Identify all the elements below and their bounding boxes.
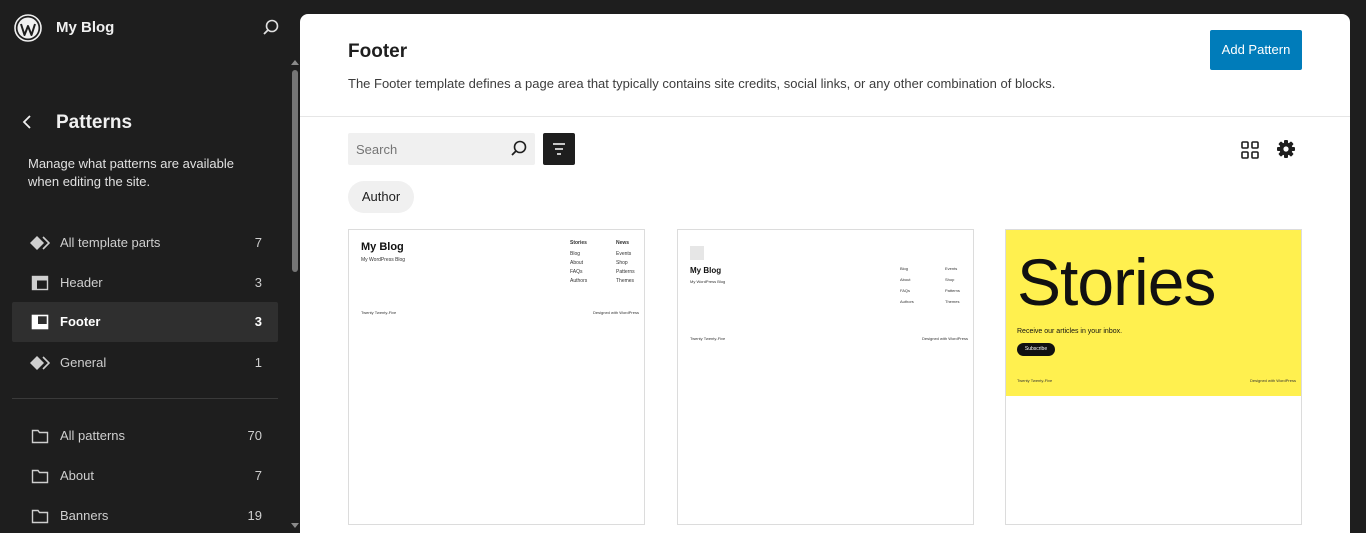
card-tagline: My WordPress Blog — [361, 257, 406, 263]
sidebar-item-label: Footer — [60, 314, 101, 329]
card-link: Patterns — [945, 288, 960, 293]
card-column-heading: Stories — [570, 240, 587, 246]
site-title[interactable]: My Blog — [56, 19, 114, 36]
search-input[interactable] — [348, 133, 503, 165]
symbol-icon — [30, 356, 50, 370]
sidebar-item-label: General — [60, 355, 107, 370]
main-panel: Footer The Footer template defines a pag… — [300, 14, 1350, 533]
scroll-up-arrow[interactable] — [291, 60, 299, 65]
scroll-thumb[interactable] — [292, 70, 298, 272]
card-link: Themes — [616, 278, 635, 284]
author-filter-chip[interactable]: Author — [348, 181, 414, 213]
wordpress-logo-icon[interactable] — [14, 14, 42, 42]
search-icon[interactable] — [261, 18, 281, 38]
gear-icon[interactable] — [1275, 138, 1297, 160]
back-arrow-icon[interactable] — [18, 112, 38, 132]
sidebar-item-count: 3 — [254, 275, 262, 290]
card-designed-with: Designed with WordPress — [922, 336, 968, 341]
page-description: The Footer template defines a page area … — [348, 76, 1056, 91]
sidebar-item-all-patterns[interactable]: All patterns 70 — [12, 416, 278, 456]
sidebar-header: My Blog — [0, 0, 300, 58]
sidebar-item-count: 3 — [254, 314, 262, 329]
sidebar-item-header[interactable]: Header 3 — [12, 263, 278, 303]
search-icon[interactable] — [509, 139, 529, 159]
card-headline: Stories — [1017, 245, 1216, 319]
sidebar-scrollbar[interactable] — [290, 58, 300, 533]
sidebar-item-footer[interactable]: Footer 3 — [12, 302, 278, 342]
header-icon — [31, 275, 49, 291]
folder-icon — [31, 509, 49, 524]
card-designed-with: Designed with WordPress — [593, 310, 639, 315]
card-credit: Twenty Twenty-Five — [361, 310, 397, 315]
sidebar-item-general[interactable]: General 1 — [12, 343, 278, 383]
site-editor: My Blog Patterns Manage what patterns ar… — [0, 0, 1366, 533]
sidebar-divider — [12, 398, 278, 399]
funnel-icon — [553, 143, 565, 155]
card-link: FAQs — [570, 269, 583, 275]
card-link: Blog — [900, 266, 909, 271]
symbol-icon — [30, 236, 50, 250]
card-link: Blog — [570, 251, 581, 257]
sidebar-item-label: All patterns — [60, 428, 126, 443]
card-link: FAQs — [900, 288, 911, 293]
card-link: Authors — [570, 278, 588, 284]
card-link: Patterns — [616, 269, 635, 275]
card-link: Shop — [616, 260, 628, 266]
card-tagline: My WordPress Blog — [690, 279, 726, 284]
card-link: Events — [945, 266, 958, 271]
sidebar-item-count: 7 — [254, 468, 262, 483]
card-designed-with: Designed with WordPress — [1250, 378, 1296, 383]
newsletter-banner: Stories Receive our articles in your inb… — [1006, 230, 1301, 396]
scroll-down-arrow[interactable] — [291, 523, 299, 528]
sidebar-item-label: Banners — [60, 508, 109, 523]
sidebar-item-count: 70 — [247, 428, 262, 443]
card-credit: Twenty Twenty-Five — [1017, 378, 1053, 383]
card-site-title: My Blog — [690, 266, 722, 275]
pattern-card-3[interactable]: Stories Receive our articles in your inb… — [1005, 229, 1302, 525]
sidebar-item-all-template-parts[interactable]: All template parts 7 — [12, 223, 278, 263]
sidebar-item-count: 7 — [254, 235, 262, 250]
sidebar-description: Manage what patterns are available when … — [28, 156, 234, 189]
grid-view-icon[interactable] — [1239, 139, 1261, 161]
pattern-card-1[interactable]: My Blog My WordPress Blog Stories Blog A… — [348, 229, 645, 525]
card-link: About — [570, 260, 584, 266]
site-logo-placeholder — [690, 246, 704, 260]
search-field — [348, 133, 535, 165]
sidebar: My Blog Patterns Manage what patterns ar… — [0, 0, 300, 533]
sidebar-item-banners[interactable]: Banners 19 — [12, 496, 278, 533]
folder-icon — [31, 469, 49, 484]
card-link: Themes — [945, 299, 960, 304]
sidebar-heading: Patterns — [56, 112, 133, 133]
card-link: About — [900, 277, 911, 282]
card-column-heading: News — [616, 240, 630, 246]
filter-button[interactable] — [543, 133, 575, 165]
sidebar-item-label: About — [60, 468, 94, 483]
sidebar-item-count: 19 — [247, 508, 262, 523]
card-link: Events — [616, 251, 632, 257]
footer-icon — [31, 314, 49, 330]
sidebar-item-label: All template parts — [60, 235, 161, 250]
sidebar-item-about[interactable]: About 7 — [12, 456, 278, 496]
pattern-card-2[interactable]: My Blog My WordPress Blog Blog About FAQ… — [677, 229, 974, 525]
add-pattern-button[interactable]: Add Pattern — [1210, 30, 1302, 70]
page-title: Footer — [348, 41, 408, 62]
sidebar-item-label: Header — [60, 275, 103, 290]
card-site-title: My Blog — [361, 241, 404, 253]
card-link: Shop — [945, 277, 955, 282]
folder-icon — [31, 429, 49, 444]
sidebar-item-count: 1 — [254, 355, 262, 370]
header-divider — [300, 116, 1350, 117]
subscribe-button: Subscribe — [1017, 343, 1055, 356]
card-subtext: Receive our articles in your inbox. — [1017, 328, 1123, 335]
card-link: Authors — [900, 299, 914, 304]
card-credit: Twenty Twenty-Five — [690, 336, 726, 341]
